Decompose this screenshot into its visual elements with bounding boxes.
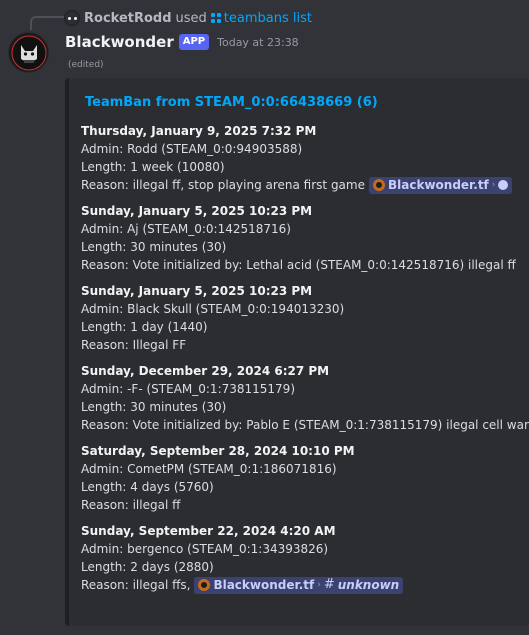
- bot-username[interactable]: Blackwonder: [65, 33, 174, 51]
- entry-admin: Admin: Rodd (STEAM_0:0:94903588): [81, 142, 303, 156]
- entry-reason-line: Reason: illegal ffs, Blackwonder.tf › # …: [81, 576, 521, 594]
- message-timestamp[interactable]: Today at 23:38: [217, 36, 299, 49]
- channel-name: unknown: [337, 578, 400, 592]
- entry-reason: Reason: Illegal FF: [81, 338, 187, 352]
- entry-reason: Reason: Vote initialized by: Lethal acid…: [81, 258, 516, 272]
- ban-entry: Sunday, September 22, 2024 4:20 AM Admin…: [81, 522, 521, 594]
- entry-reason: Reason: Vote initialized by: Pablo E (ST…: [81, 418, 529, 432]
- entry-admin: Admin: Aj (STEAM_0:0:142518716): [81, 222, 291, 236]
- entry-length: Length: 4 days (5760): [81, 480, 214, 494]
- entry-date: Saturday, September 28, 2024 10:10 PM: [81, 444, 355, 458]
- reply-verb: used: [175, 10, 207, 26]
- ban-entry: Saturday, September 28, 2024 10:10 PM Ad…: [81, 442, 521, 514]
- entry-length: Length: 30 minutes (30): [81, 240, 227, 254]
- reply-username[interactable]: RocketRodd: [84, 11, 172, 26]
- entry-reason: Reason: illegal ff: [81, 498, 181, 512]
- entry-admin: Admin: Black Skull (STEAM_0:0:194013230): [81, 302, 345, 316]
- entry-date: Sunday, September 22, 2024 4:20 AM: [81, 524, 336, 538]
- command-name: teambans list: [223, 10, 312, 26]
- entry-length: Length: 30 minutes (30): [81, 400, 227, 414]
- server-name: Blackwonder.tf: [388, 178, 489, 192]
- entry-date: Sunday, January 5, 2025 10:23 PM: [81, 284, 313, 298]
- chevron-right-icon: ›: [317, 580, 321, 590]
- entry-length: Length: 2 days (2880): [81, 560, 214, 574]
- entry-length: Length: 1 week (10080): [81, 160, 225, 174]
- server-icon: [198, 579, 211, 591]
- channel-mention[interactable]: Blackwonder.tf › # unknown: [194, 576, 404, 594]
- server-icon: [373, 179, 385, 191]
- server-name: Blackwonder.tf: [213, 578, 315, 592]
- entry-date: Sunday, December 29, 2024 6:27 PM: [81, 364, 330, 378]
- ban-entry: Sunday, January 5, 2025 10:23 PM Admin: …: [81, 202, 521, 274]
- edited-label[interactable]: (edited): [68, 60, 104, 70]
- entry-reason: Reason: illegal ff, stop playing arena f…: [81, 178, 365, 192]
- hash-icon: #: [323, 577, 335, 592]
- thread-bubble-icon: [498, 180, 509, 190]
- ban-entry: Thursday, January 9, 2025 7:32 PM Admin:…: [81, 122, 521, 194]
- ban-entry: Sunday, December 29, 2024 6:27 PM Admin:…: [81, 362, 529, 434]
- entry-admin: Admin: CometPM (STEAM_0:1:186071816): [81, 462, 337, 476]
- ban-entries: Thursday, January 9, 2025 7:32 PM Admin:…: [81, 122, 529, 602]
- slash-command-link[interactable]: teambans list: [210, 10, 312, 26]
- message-header: Blackwonder APP Today at 23:38: [65, 33, 299, 51]
- app-badge: APP: [178, 34, 210, 50]
- entry-length: Length: 1 day (1440): [81, 320, 208, 334]
- entry-admin: Admin: -F- (STEAM_0:1:738115179): [81, 382, 296, 396]
- embed-card: TeamBan from STEAM_0:0:66438669 (6) Thur…: [65, 78, 529, 626]
- chevron-right-icon: ›: [491, 180, 496, 190]
- app-command-icon: [210, 13, 221, 23]
- entry-admin: Admin: bergenco (STEAM_0:1:34393826): [81, 542, 329, 556]
- entry-date: Sunday, January 5, 2025 10:23 PM: [81, 204, 313, 218]
- entry-reason-line: Reason: illegal ff, stop playing arena f…: [81, 176, 521, 194]
- reply-connector: [30, 16, 64, 30]
- channel-mention[interactable]: Blackwonder.tf ›: [369, 176, 513, 194]
- entry-reason: Reason: illegal ffs,: [81, 578, 191, 592]
- ban-entry: Sunday, January 5, 2025 10:23 PM Admin: …: [81, 282, 521, 354]
- replier-avatar[interactable]: [64, 10, 80, 26]
- embed-title[interactable]: TeamBan from STEAM_0:0:66438669 (6): [85, 95, 378, 110]
- entry-date: Thursday, January 9, 2025 7:32 PM: [81, 124, 317, 138]
- bot-avatar[interactable]: [8, 32, 49, 73]
- reply-reference[interactable]: RocketRodd used teambans list: [64, 8, 312, 28]
